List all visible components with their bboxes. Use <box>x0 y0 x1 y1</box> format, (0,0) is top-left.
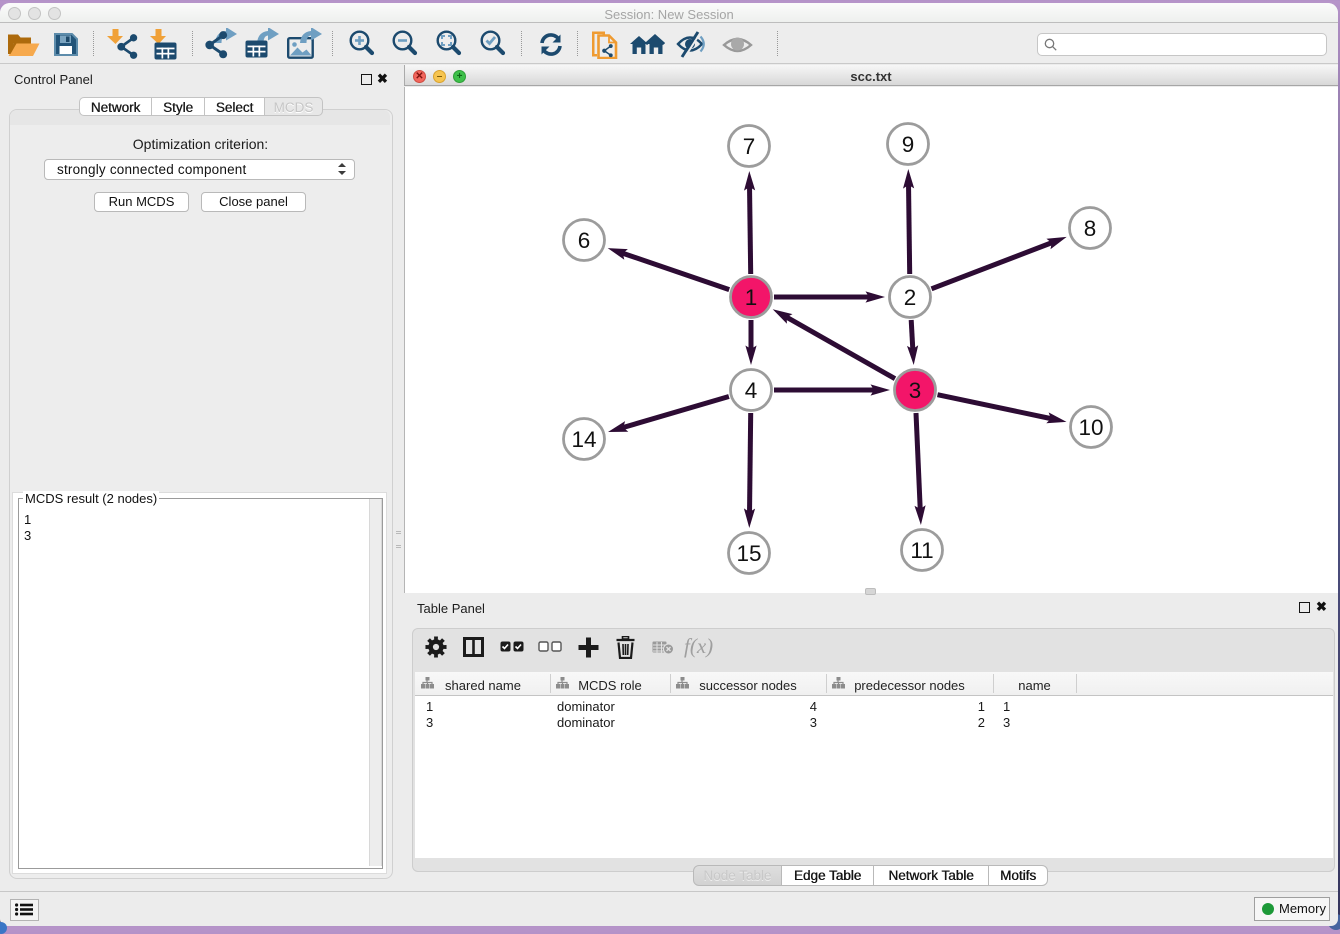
svg-text:1: 1 <box>745 285 758 310</box>
svg-text:7: 7 <box>743 134 756 159</box>
svg-text:9: 9 <box>902 132 915 157</box>
svg-text:2: 2 <box>904 285 917 310</box>
svg-text:6: 6 <box>578 228 591 253</box>
svg-text:14: 14 <box>571 427 596 452</box>
svg-text:8: 8 <box>1084 216 1097 241</box>
svg-text:3: 3 <box>909 378 922 403</box>
svg-text:15: 15 <box>736 541 761 566</box>
svg-text:4: 4 <box>745 378 758 403</box>
svg-text:11: 11 <box>910 538 933 563</box>
svg-text:10: 10 <box>1078 415 1103 440</box>
